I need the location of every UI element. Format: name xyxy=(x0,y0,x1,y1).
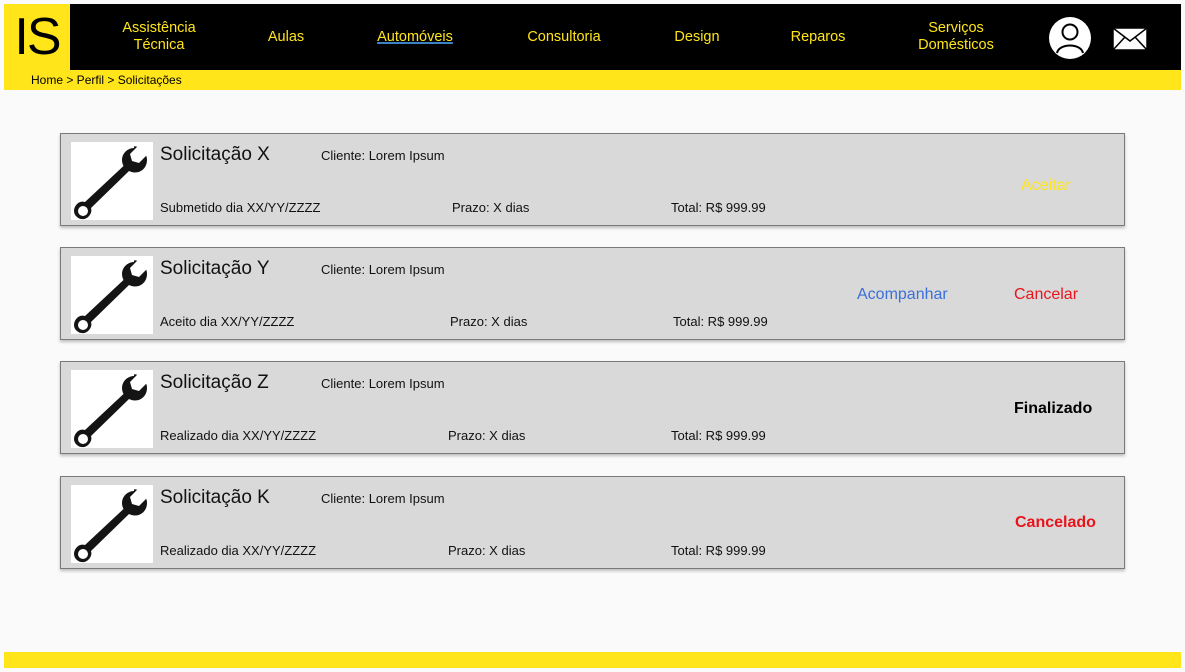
request-title: Solicitação Y xyxy=(160,258,270,279)
nav-item-label: Assistência Técnica xyxy=(122,20,196,53)
request-title: Solicitação X xyxy=(160,144,270,165)
request-date: Submetido dia XX/YY/ZZZZ xyxy=(160,200,321,215)
request-total: Total: R$ 999.99 xyxy=(671,428,766,443)
request-card[interactable]: Solicitação X Cliente: Lorem Ipsum Submeti… xyxy=(60,133,1125,226)
request-client: Cliente: Lorem Ipsum xyxy=(321,491,445,506)
aceitar-button[interactable]: Aceitar xyxy=(1021,177,1071,195)
nav-item-label: Consultoria xyxy=(527,28,601,45)
request-deadline: Prazo: X dias xyxy=(450,314,528,329)
user-icon[interactable] xyxy=(1048,16,1092,60)
wrench-icon xyxy=(71,142,153,220)
request-total: Total: R$ 999.99 xyxy=(673,314,768,329)
acompanhar-button[interactable]: Acompanhar xyxy=(857,286,948,304)
nav-item-assistencia-tecnica[interactable]: Assistência Técnica xyxy=(108,4,210,70)
request-deadline: Prazo: X dias xyxy=(448,543,526,558)
nav-item-reparos[interactable]: Reparos xyxy=(780,4,856,70)
wrench-icon xyxy=(71,370,153,448)
logo[interactable]: IS xyxy=(4,4,70,70)
nav-item-automoveis[interactable]: Automóveis xyxy=(360,4,470,70)
status-badge: Cancelado xyxy=(1015,514,1096,531)
request-client: Cliente: Lorem Ipsum xyxy=(321,148,445,163)
request-date: Realizado dia XX/YY/ZZZZ xyxy=(160,543,317,558)
request-card[interactable]: Solicitação Y Cliente: Lorem Ipsum Aceito … xyxy=(60,247,1125,340)
status-badge: Finalizado xyxy=(1014,400,1093,417)
cancelar-button[interactable]: Cancelar xyxy=(1014,286,1078,304)
nav-item-label: Reparos xyxy=(790,28,846,45)
nav-item-label: Design xyxy=(674,28,720,45)
request-title: Solicitação K xyxy=(160,487,270,508)
nav-item-consultoria[interactable]: Consultoria xyxy=(509,4,619,70)
nav-item-aulas[interactable]: Aulas xyxy=(248,4,324,70)
nav-item-label: Aulas xyxy=(267,28,305,45)
request-client: Cliente: Lorem Ipsum xyxy=(321,262,445,277)
breadcrumb[interactable]: Home > Perfil > Solicitações xyxy=(31,73,182,87)
request-deadline: Prazo: X dias xyxy=(448,428,526,443)
request-date: Aceito dia XX/YY/ZZZZ xyxy=(160,314,295,329)
request-card[interactable]: Solicitação Z Cliente: Lorem Ipsum Realiza… xyxy=(60,361,1125,454)
request-title: Solicitação Z xyxy=(160,372,269,393)
request-client: Cliente: Lorem Ipsum xyxy=(321,376,445,391)
request-total: Total: R$ 999.99 xyxy=(671,200,766,215)
request-date: Realizado dia XX/YY/ZZZZ xyxy=(160,428,317,443)
footer-bar xyxy=(4,652,1181,668)
nav-item-design[interactable]: Design xyxy=(660,4,734,70)
wrench-icon xyxy=(71,256,153,334)
nav-item-servicos-domesticos[interactable]: Serviços Domésticos xyxy=(900,4,1012,70)
request-deadline: Prazo: X dias xyxy=(452,200,530,215)
mail-icon[interactable] xyxy=(1112,27,1148,51)
wrench-icon xyxy=(71,485,153,563)
nav-item-label: Automóveis xyxy=(377,28,453,45)
request-total: Total: R$ 999.99 xyxy=(671,543,766,558)
request-card[interactable]: Solicitação K Cliente: Lorem Ipsum Realiza… xyxy=(60,476,1125,569)
nav-item-label: Serviços Domésticos xyxy=(918,20,994,53)
